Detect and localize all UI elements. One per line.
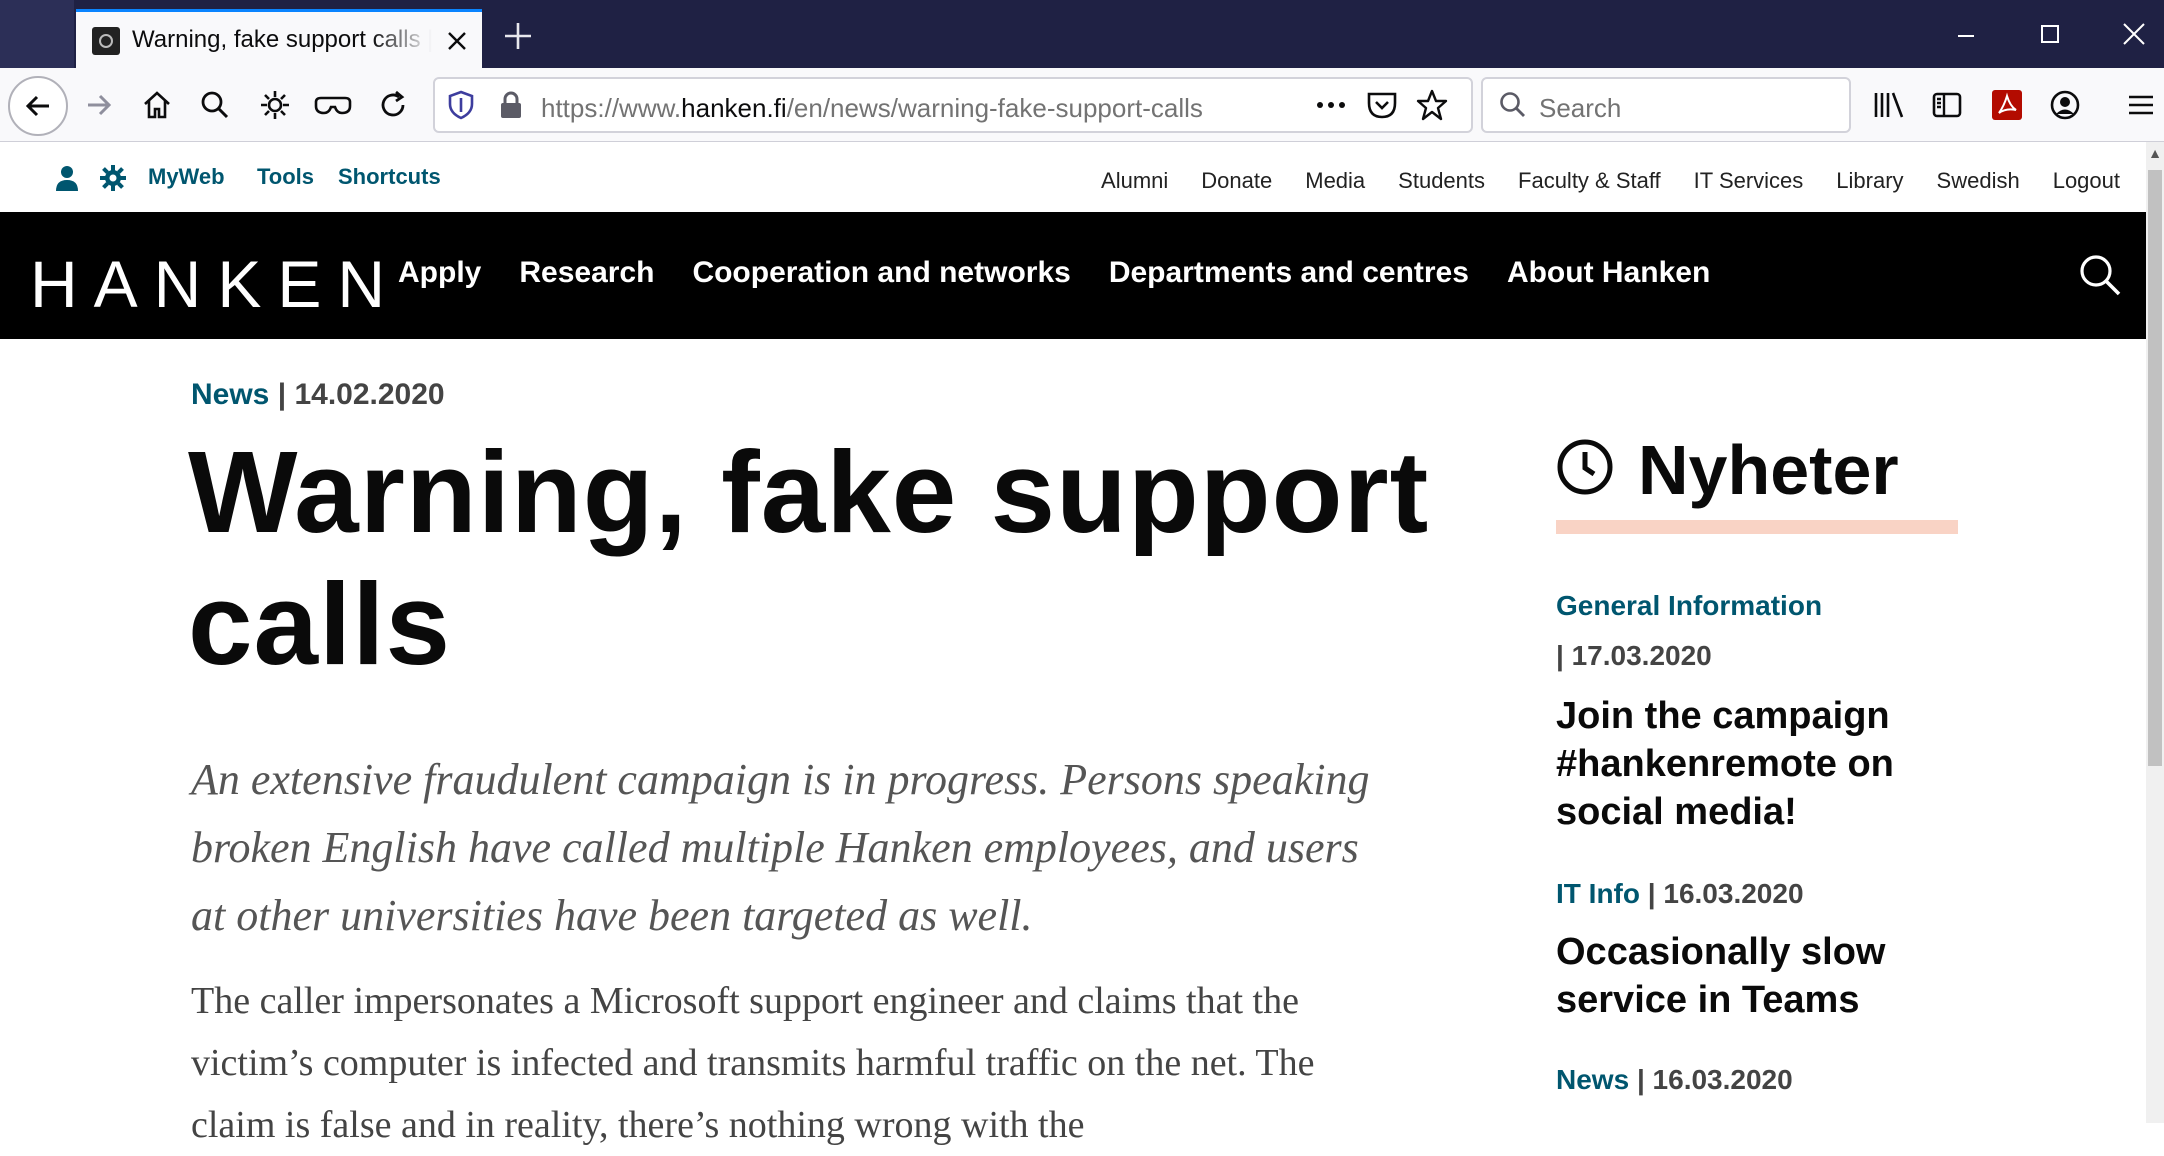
search-icon bbox=[1497, 89, 1529, 121]
url-domain: hanken.fi bbox=[681, 93, 787, 123]
site-main-nav: HANKEN Apply Research Cooperation and ne… bbox=[0, 212, 2146, 339]
search-bar[interactable]: Search bbox=[1481, 77, 1851, 133]
account-icon[interactable] bbox=[2042, 82, 2088, 128]
search-placeholder: Search bbox=[1539, 93, 1622, 123]
back-icon[interactable] bbox=[8, 76, 68, 136]
bookmark-star-icon[interactable] bbox=[1415, 88, 1449, 122]
category-link[interactable]: General Information bbox=[1556, 590, 1822, 621]
sidebar-item-date: | 17.03.2020 bbox=[1556, 640, 1712, 671]
main-menu: Apply Research Cooperation and networks … bbox=[398, 256, 1710, 290]
url-bar[interactable]: https://www.hanken.fi/en/news/warning-fa… bbox=[433, 77, 1473, 133]
myweb-link[interactable]: MyWeb bbox=[148, 164, 225, 190]
article-date: 14.02.2020 bbox=[294, 378, 445, 411]
article-meta: News | 14.02.2020 bbox=[191, 378, 445, 412]
article-category-link[interactable]: News bbox=[191, 378, 269, 411]
meta-separator: | bbox=[277, 378, 287, 411]
hanken-favicon-icon bbox=[92, 27, 120, 55]
sidebar-item-category: General Information bbox=[1556, 590, 1822, 622]
site-search-icon[interactable] bbox=[2075, 250, 2125, 300]
sidebar-item-date: | 16.03.2020 bbox=[1636, 1064, 1793, 1095]
user-icon[interactable] bbox=[54, 164, 80, 192]
media-link[interactable]: Media bbox=[1305, 168, 1365, 194]
menu-item-about[interactable]: About Hanken bbox=[1507, 256, 1710, 290]
sidebar-item-date: | 16.03.2020 bbox=[1647, 878, 1804, 909]
scroll-up-icon[interactable]: ▲ bbox=[2146, 142, 2164, 164]
maximize-icon[interactable] bbox=[2020, 12, 2080, 56]
sidebar-title-underline bbox=[1556, 520, 1958, 534]
tab-title: Warning, fake support calls | hanken.fi bbox=[132, 26, 432, 53]
browser-tab[interactable]: Warning, fake support calls | hanken.fi bbox=[76, 9, 482, 68]
new-tab-icon[interactable] bbox=[500, 18, 536, 54]
category-link[interactable]: News bbox=[1556, 1064, 1629, 1095]
gear-icon[interactable] bbox=[252, 82, 298, 128]
tab-strip-left bbox=[0, 0, 74, 68]
more-icon[interactable] bbox=[1313, 91, 1349, 119]
close-tab-icon[interactable] bbox=[442, 26, 472, 56]
article-title: Warning, fake support calls bbox=[188, 427, 1430, 689]
url-text[interactable]: https://www.hanken.fi/en/news/warning-fa… bbox=[541, 93, 1203, 124]
url-prefix: https://www. bbox=[541, 93, 682, 123]
mask-icon[interactable] bbox=[310, 82, 356, 128]
shield-icon[interactable] bbox=[445, 89, 477, 121]
article-body: The caller impersonates a Microsoft supp… bbox=[191, 980, 1315, 1146]
library-link[interactable]: Library bbox=[1836, 168, 1903, 194]
swedish-link[interactable]: Swedish bbox=[1937, 168, 2020, 194]
tools-link[interactable]: Tools bbox=[257, 164, 314, 190]
menu-icon[interactable] bbox=[2118, 82, 2164, 128]
article-lead: An extensive fraudulent campaign is in p… bbox=[191, 755, 1370, 940]
shortcuts-link[interactable]: Shortcuts bbox=[338, 164, 441, 190]
browser-title-bar: Warning, fake support calls | hanken.fi bbox=[0, 0, 2164, 68]
logout-link[interactable]: Logout bbox=[2053, 168, 2120, 194]
menu-item-research[interactable]: Research bbox=[519, 256, 654, 290]
utility-links: Alumni Donate Media Students Faculty & S… bbox=[1101, 168, 2120, 194]
menu-item-departments[interactable]: Departments and centres bbox=[1109, 256, 1469, 290]
sidebar-title: Nyheter bbox=[1638, 431, 1899, 509]
close-window-icon[interactable] bbox=[2104, 12, 2164, 56]
sidebar-item-title[interactable]: Join the campaign #hankenremote on socia… bbox=[1556, 692, 1976, 836]
category-link[interactable]: IT Info bbox=[1556, 878, 1640, 909]
donate-link[interactable]: Donate bbox=[1201, 168, 1272, 194]
forward-icon[interactable] bbox=[76, 82, 122, 128]
minimize-icon[interactable] bbox=[1936, 12, 1996, 56]
sidebar-item-meta: News | 16.03.2020 bbox=[1556, 1064, 1793, 1096]
it-services-link[interactable]: IT Services bbox=[1694, 168, 1804, 194]
students-link[interactable]: Students bbox=[1398, 168, 1485, 194]
scrollbar-thumb[interactable] bbox=[2148, 170, 2162, 766]
url-path: /en/news/warning-fake-support-calls bbox=[786, 93, 1203, 123]
home-icon[interactable] bbox=[134, 82, 180, 128]
alumni-link[interactable]: Alumni bbox=[1101, 168, 1168, 194]
hanken-logo[interactable]: HANKEN bbox=[30, 246, 401, 322]
site-utility-bar: MyWeb Tools Shortcuts Alumni Donate Medi… bbox=[0, 142, 2146, 212]
menu-item-apply[interactable]: Apply bbox=[398, 256, 481, 290]
sidebar-icon[interactable] bbox=[1924, 82, 1970, 128]
sidebar-item-title[interactable]: Occasionally slow service in Teams bbox=[1556, 928, 1976, 1024]
lock-icon[interactable] bbox=[497, 90, 525, 120]
library-icon[interactable] bbox=[1866, 82, 1912, 128]
menu-item-cooperation[interactable]: Cooperation and networks bbox=[692, 256, 1070, 290]
reload-icon[interactable] bbox=[370, 82, 416, 128]
browser-toolbar: https://www.hanken.fi/en/news/warning-fa… bbox=[0, 68, 2164, 142]
faculty-staff-link[interactable]: Faculty & Staff bbox=[1518, 168, 1661, 194]
gear-icon[interactable] bbox=[98, 163, 128, 193]
sidebar-item-meta: IT Info | 16.03.2020 bbox=[1556, 878, 1804, 910]
clock-icon bbox=[1556, 438, 1614, 496]
pdf-icon[interactable] bbox=[1984, 82, 2030, 128]
search-icon[interactable] bbox=[192, 82, 238, 128]
pocket-icon[interactable] bbox=[1365, 89, 1399, 121]
